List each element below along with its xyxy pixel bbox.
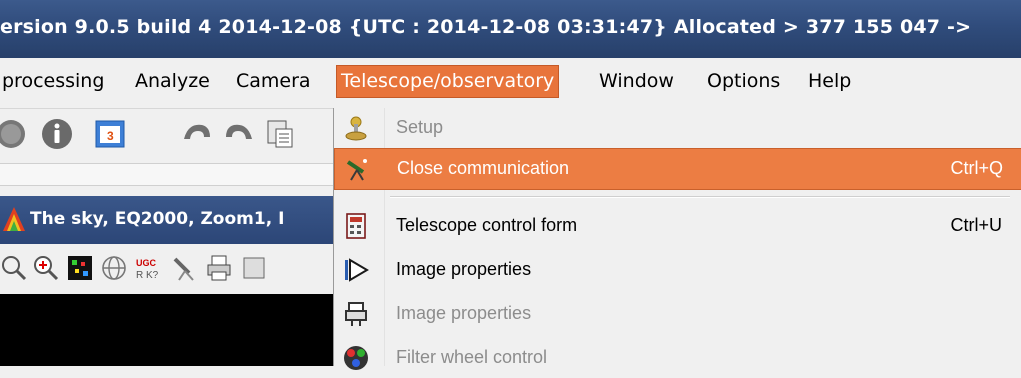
svg-text:3: 3 xyxy=(107,129,114,143)
main-toolbar: 3 xyxy=(0,109,333,163)
menu-item-shortcut: Ctrl+U xyxy=(950,215,1002,235)
menu-item-telescope-control-form[interactable]: Telescope control form Ctrl+U xyxy=(334,206,1021,246)
menu-bar: processing Analyze Camera Telescope/obse… xyxy=(0,58,1021,109)
toolbar-button-icon[interactable] xyxy=(0,117,28,151)
menu-processing[interactable]: processing xyxy=(0,64,108,98)
menu-item-shortcut: Ctrl+Q xyxy=(950,158,1003,178)
menu-options[interactable]: Options xyxy=(703,64,784,98)
menu-analyze[interactable]: Analyze xyxy=(131,64,214,98)
tool-icon[interactable] xyxy=(240,254,268,282)
image-window-title: The sky, EQ2000, Zoom1, I xyxy=(30,209,285,229)
redo-icon[interactable] xyxy=(222,117,256,151)
calendar-icon[interactable]: 3 xyxy=(93,117,127,151)
menu-item-label: Image properties xyxy=(396,303,532,323)
zoom-in-icon[interactable] xyxy=(32,254,60,282)
menu-telescope-observatory[interactable]: Telescope/observatory xyxy=(336,65,560,98)
menu-item-label: Image properties xyxy=(396,259,532,279)
image-toolbar: UGC R K? xyxy=(0,244,333,294)
zoom-out-icon[interactable] xyxy=(0,254,28,282)
setup-joystick-icon xyxy=(345,116,367,141)
telescope-tool-icon[interactable] xyxy=(171,254,199,282)
menu-item-filter-wheel-control[interactable]: Filter wheel control xyxy=(334,338,1021,378)
svg-text:UGC: UGC xyxy=(136,258,157,268)
menu-item-image-properties[interactable]: Image properties xyxy=(334,250,1021,290)
paste-icon[interactable] xyxy=(264,117,298,151)
menu-item-image-properties-disabled[interactable]: Image properties xyxy=(334,294,1021,334)
menu-window[interactable]: Window xyxy=(595,64,678,98)
menu-item-setup[interactable]: Setup xyxy=(334,108,1021,148)
menu-item-label: Filter wheel control xyxy=(396,347,548,367)
info-icon[interactable] xyxy=(40,117,74,151)
ugc-catalog-icon[interactable]: UGC R K? xyxy=(133,254,161,282)
menu-item-label: Setup xyxy=(396,117,444,137)
play-arrow-icon xyxy=(345,258,369,282)
sky-image-canvas[interactable] xyxy=(0,294,333,366)
window-title: ersion 9.0.5 build 4 2014-12-08 {UTC : 2… xyxy=(0,16,972,38)
telescope-icon xyxy=(346,159,367,181)
menu-separator xyxy=(390,196,1010,198)
globe-icon[interactable] xyxy=(100,254,128,282)
control-form-icon xyxy=(346,213,366,239)
menu-item-label: Telescope control form xyxy=(396,215,578,235)
menu-help[interactable]: Help xyxy=(804,64,855,98)
menu-item-label: Close communication xyxy=(397,158,570,178)
spectrum-icon xyxy=(3,207,25,231)
svg-text:R K?: R K? xyxy=(136,270,159,281)
title-bar: ersion 9.0.5 build 4 2014-12-08 {UTC : 2… xyxy=(0,0,1021,58)
filter-wheel-icon xyxy=(344,346,368,370)
mount-icon xyxy=(345,302,367,326)
status-strip xyxy=(0,163,333,186)
star-map-icon[interactable] xyxy=(66,254,94,282)
undo-icon[interactable] xyxy=(180,117,214,151)
image-window-titlebar: The sky, EQ2000, Zoom1, I xyxy=(0,196,333,244)
menu-camera[interactable]: Camera xyxy=(232,64,315,98)
print-icon[interactable] xyxy=(205,254,233,282)
telescope-observatory-menu: Setup Close communication Ctrl+Q Telesco… xyxy=(333,108,1021,370)
menu-item-close-communication[interactable]: Close communication Ctrl+Q xyxy=(334,148,1021,190)
